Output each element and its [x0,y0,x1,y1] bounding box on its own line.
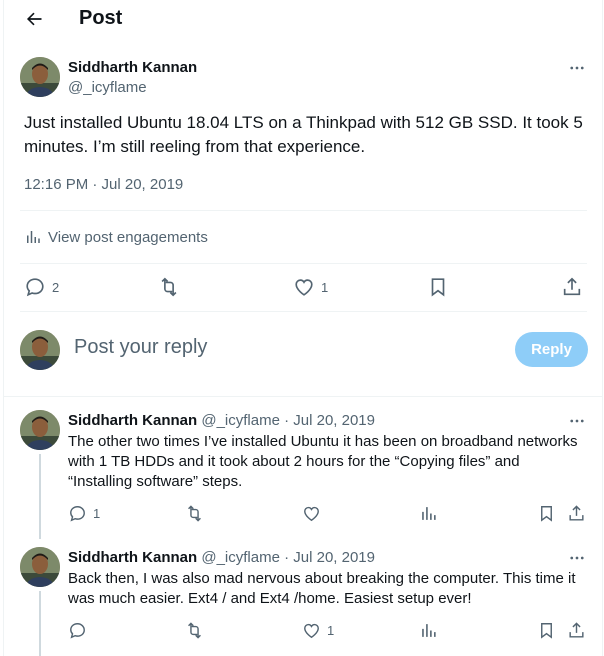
divider [20,311,587,312]
share-action[interactable] [561,276,583,298]
reply-text: Back then, I was also mad nervous about … [68,570,576,607]
post-timestamp[interactable]: 12:16 PM · Jul 20, 2019 [24,176,183,193]
bookmark-action[interactable] [537,504,556,523]
analytics-action[interactable] [419,621,438,640]
thread-line [39,454,41,539]
author-name[interactable]: Siddharth Kannan [68,59,197,76]
back-button[interactable] [20,5,48,33]
view-engagements-link[interactable]: View post engagements [24,228,208,246]
like-action[interactable] [302,504,327,523]
avatar-image [20,330,60,370]
like-icon [304,506,319,522]
reply-count: 1 [93,506,101,521]
like-count: 1 [327,623,335,638]
view-engagements-label: View post engagements [48,228,208,246]
like-action[interactable]: 1 [293,276,328,298]
thread-line [39,591,41,656]
reply-author-name[interactable]: Siddharth Kannan [68,412,197,429]
reply-count: 2 [52,279,60,295]
reply-action[interactable]: 1 [68,504,100,523]
divider [20,263,587,264]
bookmark-icon [541,506,552,522]
reply-meta[interactable]: @_icyflame · Jul 20, 2019 [201,412,375,429]
bookmark-icon [541,623,552,639]
post-page: Post Siddharth Kannan @_icyflame Just in… [3,0,603,656]
divider [20,210,587,211]
analytics-icon [422,507,436,520]
like-icon [295,279,313,296]
reply-author-name[interactable]: Siddharth Kannan [68,549,197,566]
reply-icon [70,623,85,639]
back-arrow-icon [26,12,42,26]
share-icon [563,277,581,296]
post-text: Just installed Ubuntu 18.04 LTS on a Thi… [24,113,583,156]
more-button[interactable] [565,409,589,433]
analytics-icon [422,624,436,637]
reply-button[interactable]: Reply [515,332,588,367]
reply-icon [70,506,85,522]
reply-text: The other two times I’ve installed Ubunt… [68,433,578,490]
more-icon [570,66,584,70]
reply-action[interactable] [68,621,93,640]
reply-avatar[interactable] [20,410,60,450]
bookmark-action[interactable] [537,621,556,640]
avatar-image [20,57,60,97]
analytics-icon [27,231,40,243]
like-action[interactable]: 1 [302,621,334,640]
reply-header: Siddharth Kannan @_icyflame · Jul 20, 20… [68,412,375,429]
author-handle[interactable]: @_icyflame [68,79,147,96]
retweet-icon [161,277,177,297]
repost-action[interactable] [158,276,180,298]
more-icon [570,556,584,560]
more-icon [570,419,584,423]
reply-avatar[interactable] [20,547,60,587]
bookmark-action[interactable] [427,276,449,298]
like-count: 1 [321,279,329,295]
repost-action[interactable] [185,621,204,640]
share-action[interactable] [567,621,586,640]
more-button[interactable] [565,546,589,570]
composer-avatar [20,330,60,370]
reply-action[interactable]: 2 [24,276,59,298]
analytics-action[interactable] [419,504,438,523]
retweet-icon [188,622,201,639]
avatar-image [20,547,60,587]
bookmark-icon [431,278,445,297]
divider [4,396,602,397]
avatar[interactable] [20,57,60,97]
repost-action[interactable] [185,504,204,523]
share-icon [569,622,584,638]
reply-header: Siddharth Kannan @_icyflame · Jul 20, 20… [68,549,375,566]
reply-meta[interactable]: @_icyflame · Jul 20, 2019 [201,549,375,566]
like-icon [304,623,319,639]
share-icon [569,505,584,521]
page-title: Post [79,7,123,29]
share-action[interactable] [567,504,586,523]
reply-input[interactable]: Post your reply [74,336,207,359]
retweet-icon [188,505,201,522]
more-button[interactable] [565,56,589,80]
reply-icon [26,278,44,297]
avatar-image [20,410,60,450]
